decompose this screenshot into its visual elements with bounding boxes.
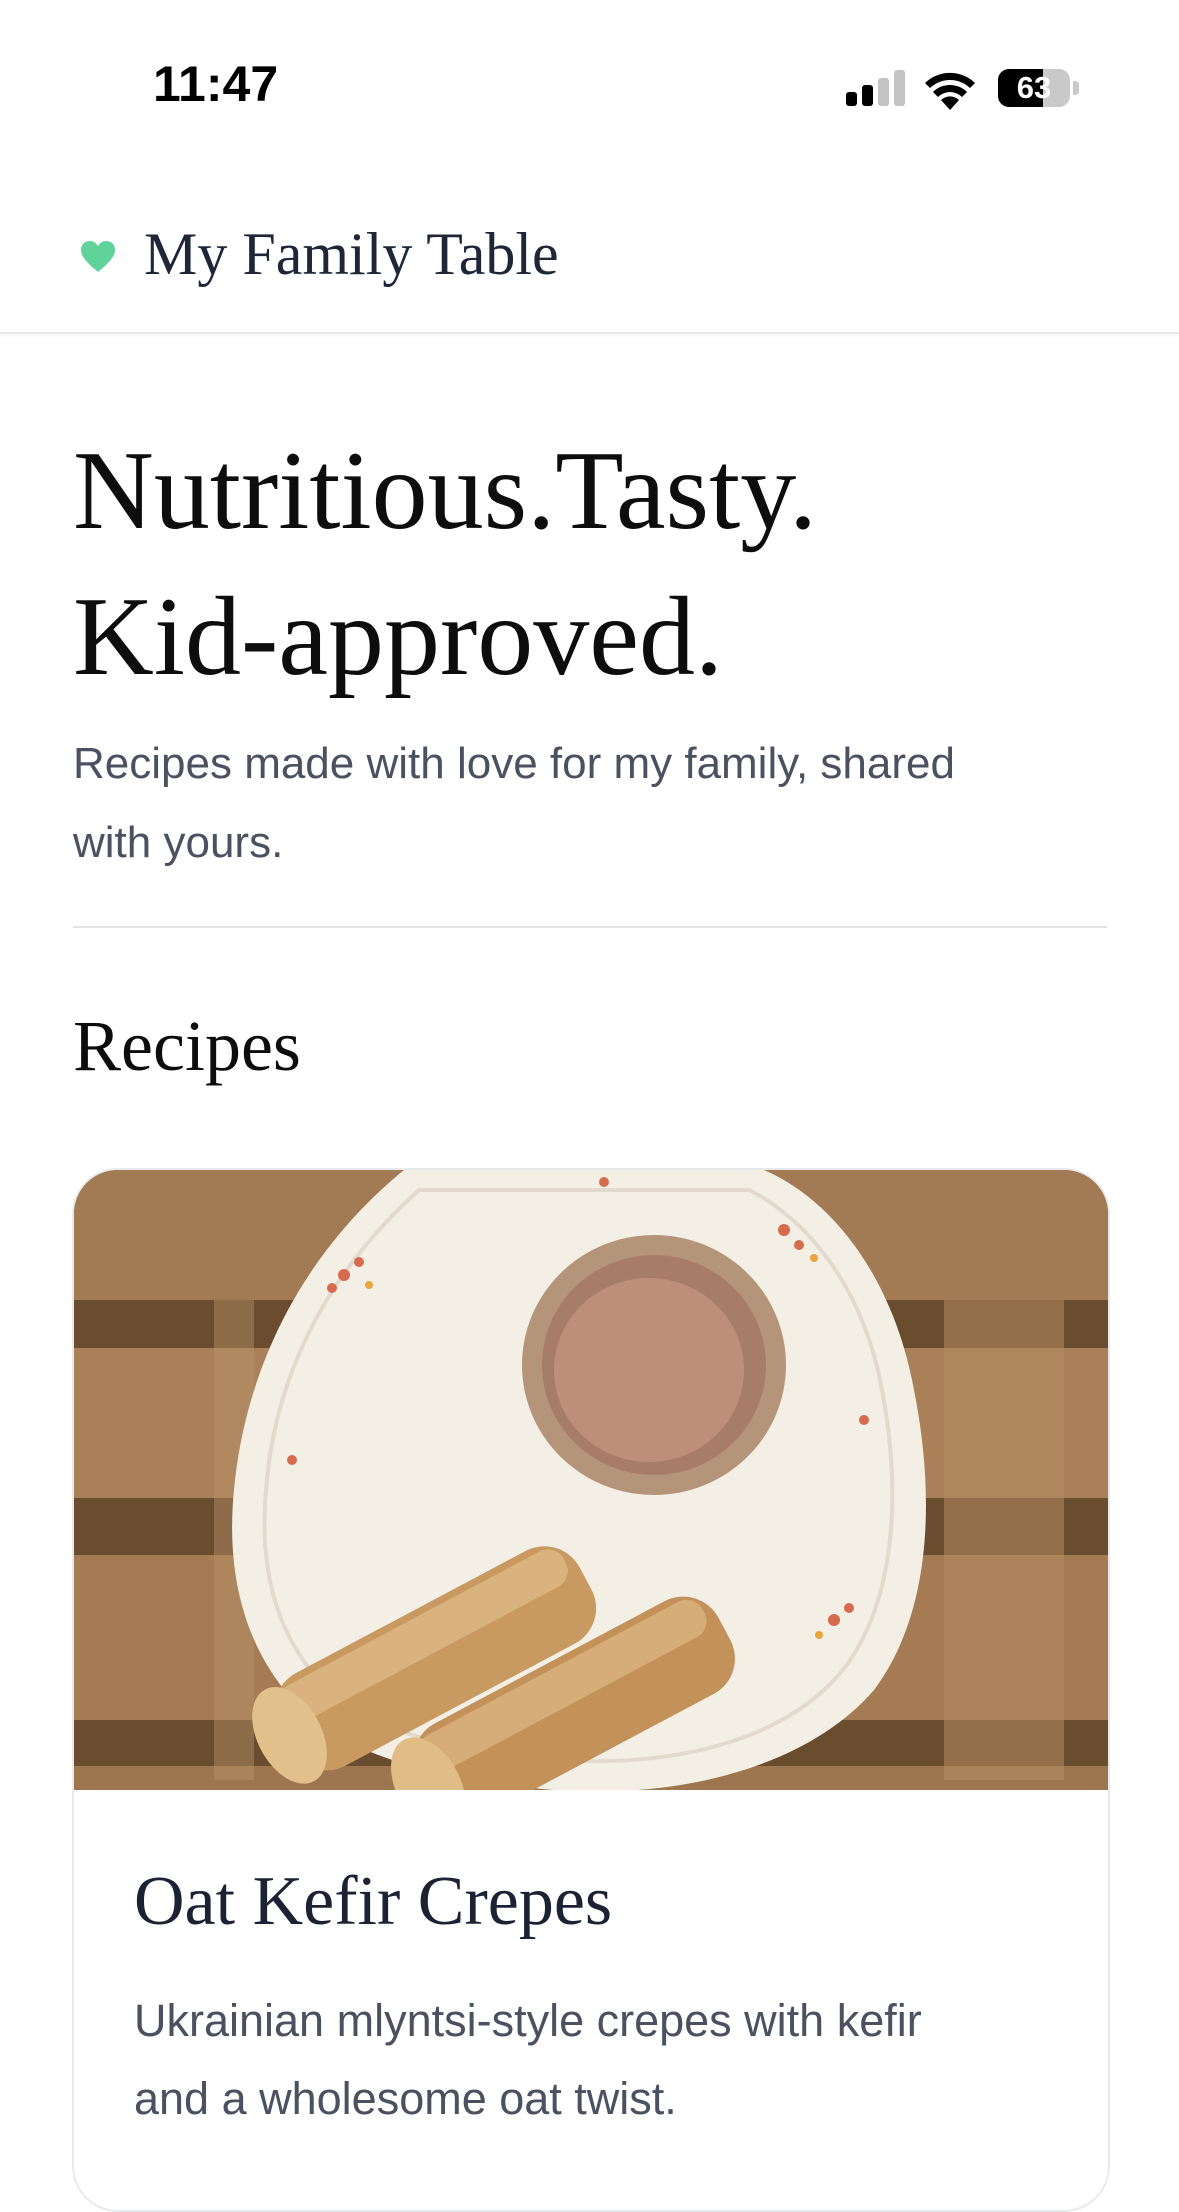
heart-icon xyxy=(81,241,115,272)
status-bar: 11:47 63 xyxy=(0,0,1179,150)
battery-nub xyxy=(1073,81,1079,95)
recipe-photo xyxy=(74,1170,1108,1790)
hero-subtitle: Recipes made with love for my family, sh… xyxy=(73,724,1113,882)
hero-title-line-1: Nutritious.Tasty. xyxy=(73,429,817,553)
recipe-title[interactable]: Oat Kefir Crepes xyxy=(134,1862,612,1942)
recipe-description: Ukrainian mlyntsi-style crepes with kefi… xyxy=(134,1982,1074,2138)
hero-subtitle-line-2: with yours. xyxy=(73,818,284,867)
section-divider xyxy=(73,926,1107,928)
site-title-link[interactable]: My Family Table xyxy=(144,220,559,289)
battery-percent: 63 xyxy=(1016,70,1052,105)
status-time: 11:47 xyxy=(153,56,279,112)
battery-icon: 63 xyxy=(998,69,1070,107)
site-header: My Family Table xyxy=(0,150,1179,334)
recipes-heading: Recipes xyxy=(73,1006,301,1086)
wifi-icon xyxy=(925,72,975,110)
recipe-description-line-2: and a wholesome oat twist. xyxy=(134,2073,677,2124)
hero-subtitle-line-1: Recipes made with love for my family, sh… xyxy=(73,739,955,788)
hero-title: Nutritious.Tasty. Kid-approved. xyxy=(73,418,1113,710)
recipe-card[interactable]: Oat Kefir Crepes Ukrainian mlyntsi-style… xyxy=(72,1168,1110,2212)
cellular-signal-icon xyxy=(846,70,906,106)
hero-title-line-2: Kid-approved. xyxy=(73,575,724,699)
recipe-description-line-1: Ukrainian mlyntsi-style crepes with kefi… xyxy=(134,1995,922,2046)
